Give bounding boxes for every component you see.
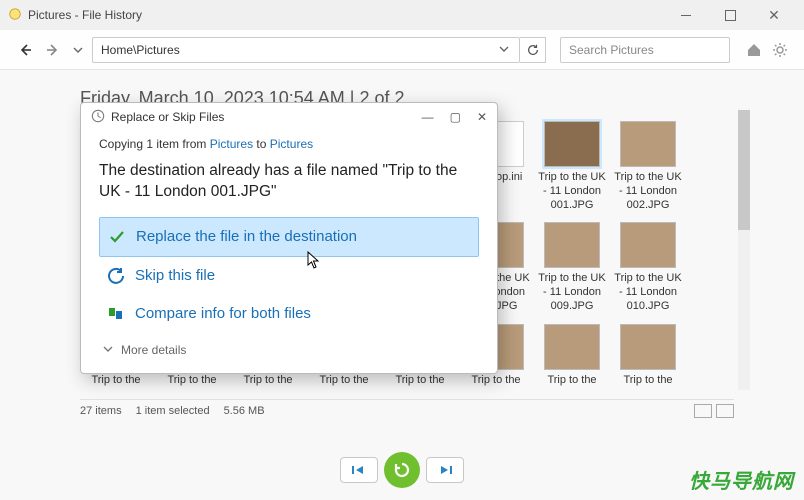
view-details-button[interactable] [694, 404, 712, 418]
dialog-titlebar: Replace or Skip Files — ▢ ✕ [81, 103, 497, 131]
scrollbar[interactable] [738, 110, 750, 390]
address-dropdown-icon[interactable] [497, 43, 511, 57]
list-item[interactable]: Trip to the UK - 11 London 009.JPG [536, 222, 608, 313]
app-icon [8, 7, 22, 24]
search-input[interactable]: Search Pictures [560, 37, 730, 63]
back-button[interactable] [14, 39, 36, 61]
destination-link[interactable]: Pictures [270, 137, 313, 151]
minimize-button[interactable] [664, 0, 708, 30]
compare-option[interactable]: Compare info for both files [99, 295, 479, 333]
status-count: 27 items [80, 405, 122, 417]
gear-icon[interactable] [770, 40, 790, 60]
list-item[interactable]: Trip to the UK - 11 London 010.JPG [612, 222, 684, 313]
status-selected: 1 item selected [136, 405, 210, 417]
status-size: 5.56 MB [224, 405, 265, 417]
forward-button[interactable] [42, 39, 64, 61]
toolbar: Home\Pictures Search Pictures [0, 30, 804, 70]
skip-icon [107, 267, 125, 285]
next-version-button[interactable] [426, 457, 464, 483]
check-icon [108, 228, 126, 246]
copying-info: Copying 1 item from Pictures to Pictures [99, 137, 479, 151]
previous-version-button[interactable] [340, 457, 378, 483]
more-details-toggle[interactable]: More details [99, 333, 479, 359]
dialog-minimize-button[interactable]: — [422, 110, 434, 124]
dialog-close-button[interactable]: ✕ [477, 110, 487, 124]
list-item[interactable]: Trip to the [612, 324, 684, 388]
dialog-title: Replace or Skip Files [111, 110, 224, 124]
replace-option-label: Replace the file in the destination [136, 228, 357, 245]
address-text: Home\Pictures [101, 43, 497, 57]
history-dropdown-icon[interactable] [70, 39, 86, 61]
dialog-maximize-button[interactable]: ▢ [450, 110, 461, 124]
history-controls [0, 450, 804, 490]
replace-option[interactable]: Replace the file in the destination [99, 217, 479, 257]
scrollbar-thumb[interactable] [738, 110, 750, 230]
titlebar: Pictures - File History ✕ [0, 0, 804, 30]
restore-button[interactable] [384, 452, 420, 488]
close-button[interactable]: ✕ [752, 0, 796, 30]
conflict-message: The destination already has a file named… [99, 161, 479, 203]
compare-option-label: Compare info for both files [135, 305, 311, 322]
chevron-down-icon [103, 343, 113, 357]
skip-option[interactable]: Skip this file [99, 257, 479, 295]
window-title: Pictures - File History [28, 8, 142, 22]
refresh-button[interactable] [520, 37, 546, 63]
home-icon[interactable] [744, 40, 764, 60]
list-item[interactable]: Trip to the UK - 11 London 002.JPG [612, 121, 684, 212]
list-item[interactable]: Trip to the [536, 324, 608, 388]
skip-option-label: Skip this file [135, 267, 215, 284]
replace-or-skip-dialog: Replace or Skip Files — ▢ ✕ Copying 1 it… [80, 102, 498, 374]
compare-icon [107, 305, 125, 323]
list-item[interactable]: Trip to the UK - 11 London 001.JPG [536, 121, 608, 212]
status-bar: 27 items 1 item selected 5.56 MB [80, 399, 734, 418]
watermark: 快马导航网 [689, 465, 794, 494]
more-details-label: More details [121, 343, 186, 357]
maximize-button[interactable] [708, 0, 752, 30]
source-link[interactable]: Pictures [210, 137, 253, 151]
view-thumbnails-button[interactable] [716, 404, 734, 418]
address-bar[interactable]: Home\Pictures [92, 37, 520, 63]
clock-icon [91, 109, 105, 126]
search-placeholder: Search Pictures [569, 43, 654, 57]
